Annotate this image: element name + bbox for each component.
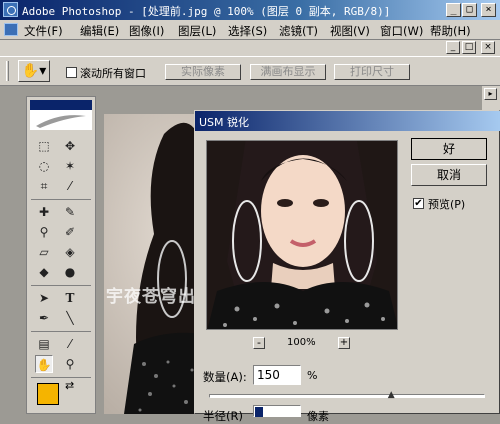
gripper[interactable] [6, 61, 9, 81]
preview-label: 预览(P) [428, 198, 466, 211]
radius-unit: 像素 [307, 410, 329, 423]
minimize-button[interactable]: _ [446, 3, 461, 17]
radius-input[interactable] [253, 405, 301, 417]
menu-select[interactable]: 选择(S) [228, 23, 267, 39]
preview-portrait [207, 141, 397, 329]
toolbox: ⬚ ✥ ◌ ✶ ⌗ ⁄ ✚ ✎ ⚲ ✐ ▱ ◈ ◆ ● ➤ T ✒ ╲ ▤ ⁄ … [26, 96, 96, 414]
toolbox-divider [31, 199, 91, 200]
lasso-tool-icon[interactable]: ◌ [35, 157, 53, 175]
dialog-title-bar[interactable]: USM 锐化 [195, 111, 500, 131]
menu-filter[interactable]: 滤镜(T) [279, 23, 318, 39]
mdi-close-button[interactable]: × [481, 41, 495, 54]
hand-tool-preset-icon[interactable]: ✋▾ [18, 60, 50, 82]
toolbox-divider [31, 285, 91, 286]
amount-slider-thumb[interactable]: ▲ [388, 390, 396, 400]
notes-tool-icon[interactable]: ▤ [35, 335, 53, 353]
menu-image[interactable]: 图像(I) [129, 23, 164, 39]
mdi-control-bar: _ □ × [0, 40, 500, 56]
magic-wand-tool-icon[interactable]: ✶ [61, 157, 79, 175]
window-title: Adobe Photoshop - [处理前.jpg @ 100% (图层 0 … [22, 5, 391, 18]
menu-help[interactable]: 帮助(H) [430, 23, 471, 39]
radius-label: 半径(R) [203, 409, 243, 423]
swap-colors-icon[interactable]: ⇄ [65, 379, 74, 392]
maximize-button[interactable]: □ [462, 3, 477, 17]
options-bar: ✋▾ 滚动所有窗口 实际像素 满画布显示 打印尺寸 [0, 56, 500, 86]
menu-file[interactable]: 文件(F) [24, 23, 63, 39]
pen-tool-icon[interactable]: ✒ [35, 309, 53, 327]
zoom-out-button[interactable]: - [253, 337, 265, 349]
menu-edit[interactable]: 编辑(E) [80, 23, 119, 39]
eraser-tool-icon[interactable]: ▱ [35, 243, 53, 261]
brush-tool-icon[interactable]: ✎ [61, 203, 79, 221]
path-selection-tool-icon[interactable]: ➤ [35, 289, 53, 307]
history-brush-tool-icon[interactable]: ✐ [61, 223, 79, 241]
amount-label: 数量(A): [203, 370, 247, 384]
print-size-button[interactable]: 打印尺寸 [334, 64, 410, 80]
foreground-color-swatch[interactable] [37, 383, 59, 405]
feather-icon [36, 115, 86, 128]
cancel-button[interactable]: 取消 [411, 164, 487, 186]
paint-bucket-tool-icon[interactable]: ◈ [61, 243, 79, 261]
menu-bar: 文件(F) 编辑(E) 图像(I) 图层(L) 选择(S) 滤镜(T) 视图(V… [0, 20, 500, 40]
move-tool-icon[interactable]: ✥ [61, 137, 79, 155]
eyedropper-tool-icon[interactable]: ⁄ [61, 335, 79, 353]
document-icon[interactable] [4, 23, 18, 36]
type-tool-icon[interactable]: T [61, 289, 79, 307]
dialog-title: USM 锐化 [199, 116, 250, 129]
blur-tool-icon[interactable]: ◆ [35, 263, 53, 281]
preview-checkbox[interactable]: ✔ [413, 198, 424, 209]
amount-slider-track[interactable] [209, 394, 485, 398]
ok-button[interactable]: 好 [411, 138, 487, 160]
marquee-tool-icon[interactable]: ⬚ [35, 137, 53, 155]
toolbox-divider [31, 331, 91, 332]
scroll-all-windows-checkbox[interactable] [66, 67, 77, 78]
scroll-all-windows-label: 滚动所有窗口 [80, 67, 146, 80]
menu-layer[interactable]: 图层(L) [178, 23, 216, 39]
mdi-restore-button[interactable]: □ [462, 41, 476, 54]
line-tool-icon[interactable]: ╲ [61, 309, 79, 327]
amount-unit: % [307, 369, 318, 382]
clone-stamp-tool-icon[interactable]: ⚲ [35, 223, 53, 241]
hand-tool-icon[interactable]: ✋ [35, 355, 53, 373]
photoshop-app-icon [3, 2, 18, 17]
crop-tool-icon[interactable]: ⌗ [35, 177, 53, 195]
zoom-tool-icon[interactable]: ⚲ [61, 355, 79, 373]
zoom-level: 100% [287, 337, 316, 348]
close-button[interactable]: × [481, 3, 496, 17]
zoom-in-button[interactable]: + [338, 337, 350, 349]
palette-arrow-icon[interactable]: ▸ [484, 88, 497, 100]
toolbox-divider [31, 377, 91, 378]
fit-screen-button[interactable]: 满画布显示 [250, 64, 326, 80]
mdi-minimize-button[interactable]: _ [446, 41, 460, 54]
dodge-tool-icon[interactable]: ● [61, 263, 79, 281]
slice-tool-icon[interactable]: ⁄ [61, 177, 79, 195]
actual-pixels-button[interactable]: 实际像素 [165, 64, 241, 80]
menu-window[interactable]: 窗口(W) [380, 23, 423, 39]
healing-brush-tool-icon[interactable]: ✚ [35, 203, 53, 221]
toolbox-header-logo [30, 100, 92, 130]
dialog-preview-image[interactable] [206, 140, 398, 330]
menu-view[interactable]: 视图(V) [330, 23, 370, 39]
title-bar: Adobe Photoshop - [处理前.jpg @ 100% (图层 0 … [0, 0, 500, 20]
amount-input[interactable] [253, 365, 301, 385]
